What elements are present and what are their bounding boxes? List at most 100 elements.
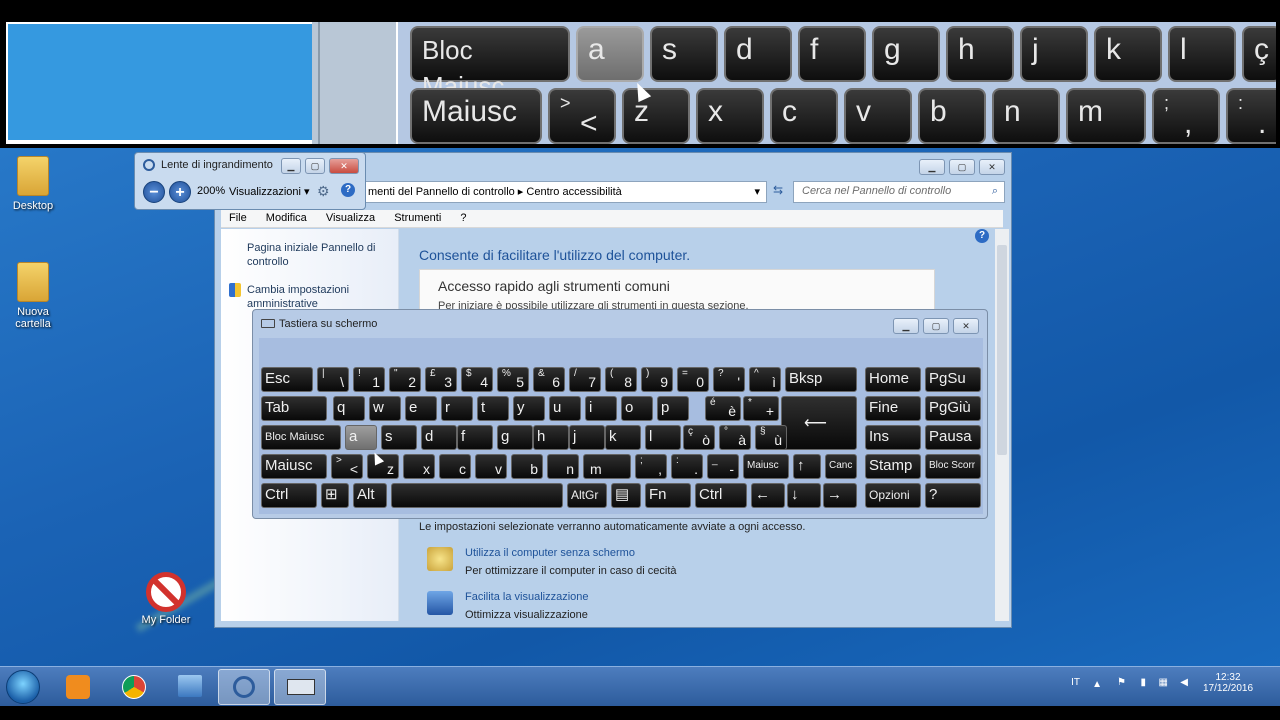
scrollbar-thumb[interactable] bbox=[997, 245, 1007, 455]
key-8[interactable]: (8 bbox=[605, 367, 637, 392]
key-arrow-left[interactable]: ← bbox=[751, 483, 785, 508]
key-m[interactable]: m bbox=[583, 454, 631, 479]
key-maiusc[interactable]: Maiusc bbox=[261, 454, 327, 479]
vertical-scrollbar[interactable] bbox=[995, 229, 1009, 621]
battery-icon[interactable]: ▮ bbox=[1140, 677, 1146, 688]
clock[interactable]: 12:32 17/12/2016 bbox=[1198, 672, 1258, 694]
key-i-grave[interactable]: ^ ì bbox=[749, 367, 781, 392]
key-tab[interactable]: Tab bbox=[261, 396, 327, 421]
menu-strumenti[interactable]: Strumenti bbox=[386, 210, 449, 226]
key-minus[interactable]: _ - bbox=[707, 454, 739, 479]
key-2[interactable]: " 2 bbox=[389, 367, 421, 392]
key-e-grave[interactable]: éè bbox=[705, 396, 741, 421]
maximize-button[interactable]: ▢ bbox=[949, 159, 975, 175]
key-maiusc-right[interactable]: Maiusc bbox=[743, 454, 789, 479]
key-esc[interactable]: Esc bbox=[261, 367, 313, 392]
key-plus[interactable]: * + bbox=[743, 396, 779, 421]
key-alt[interactable]: Alt bbox=[353, 483, 387, 508]
key-arrow-right[interactable]: → bbox=[823, 483, 857, 508]
help-icon[interactable]: ? bbox=[975, 229, 989, 243]
taskbar-chrome[interactable] bbox=[108, 669, 160, 705]
key-backslash[interactable]: | \ bbox=[317, 367, 349, 392]
zoom-in-button[interactable]: + bbox=[169, 181, 191, 203]
key-ins[interactable]: Ins bbox=[865, 425, 921, 450]
refresh-icon[interactable]: ⇆ bbox=[769, 183, 787, 201]
taskbar-media-player[interactable] bbox=[52, 669, 104, 705]
key-3[interactable]: £3 bbox=[425, 367, 457, 392]
key-bloc-scorr[interactable]: Bloc Scorr bbox=[925, 454, 981, 479]
key-r[interactable]: r bbox=[441, 396, 473, 421]
key-pggiu[interactable]: PgGiù bbox=[925, 396, 981, 421]
key-stamp[interactable]: Stamp bbox=[865, 454, 921, 479]
key-home[interactable]: Home bbox=[865, 367, 921, 392]
key-bloc-maiusc[interactable]: Bloc Maiusc bbox=[261, 425, 341, 450]
key-less-than[interactable]: > < bbox=[331, 454, 363, 479]
key-4[interactable]: $4 bbox=[461, 367, 493, 392]
key-t[interactable]: t bbox=[477, 396, 509, 421]
key-x[interactable]: x bbox=[403, 454, 435, 479]
start-button[interactable] bbox=[6, 670, 40, 704]
key-h[interactable]: h bbox=[533, 425, 569, 450]
link-admin-settings[interactable]: Cambia impostazioni amministrative bbox=[247, 283, 387, 311]
key-5[interactable]: % 5 bbox=[497, 367, 529, 392]
key-a[interactable]: a bbox=[345, 425, 377, 450]
osk-maximize-button[interactable]: ▢ bbox=[923, 318, 949, 334]
taskbar-osk[interactable] bbox=[274, 669, 326, 705]
link-no-screen[interactable]: Utilizza il computer senza schermo bbox=[465, 547, 635, 559]
key-arrow-up[interactable]: ↑ bbox=[793, 454, 821, 479]
key-b[interactable]: b bbox=[511, 454, 543, 479]
action-center-icon[interactable]: ⚑ bbox=[1117, 677, 1126, 688]
zoom-out-button[interactable]: − bbox=[143, 181, 165, 203]
search-icon[interactable]: ⌕ bbox=[992, 185, 998, 198]
key-a-grave[interactable]: ° à bbox=[719, 425, 751, 450]
menu-file[interactable]: File bbox=[221, 210, 255, 226]
key-fine[interactable]: Fine bbox=[865, 396, 921, 421]
minimize-button[interactable]: ▁ bbox=[919, 159, 945, 175]
key-help[interactable]: ? bbox=[925, 483, 981, 508]
key-n[interactable]: n bbox=[547, 454, 579, 479]
key-l[interactable]: l bbox=[645, 425, 681, 450]
link-control-panel-home[interactable]: Pagina iniziale Pannello di controllo bbox=[247, 241, 387, 269]
language-indicator[interactable]: IT bbox=[1071, 677, 1080, 688]
key-fn[interactable]: Fn bbox=[645, 483, 691, 508]
key-pgsu[interactable]: PgSu bbox=[925, 367, 981, 392]
link-visual[interactable]: Facilita la visualizzazione bbox=[465, 591, 589, 603]
taskbar-magnifier[interactable] bbox=[218, 669, 270, 705]
key-menu[interactable]: ▤ bbox=[611, 483, 641, 508]
key-ctrl-right[interactable]: Ctrl bbox=[695, 483, 747, 508]
key-9[interactable]: ) 9 bbox=[641, 367, 673, 392]
key-0[interactable]: = 0 bbox=[677, 367, 709, 392]
volume-icon[interactable]: ◀ bbox=[1180, 677, 1188, 688]
magnifier-minimize-button[interactable]: ▁ bbox=[281, 158, 301, 174]
key-o-grave[interactable]: çò bbox=[683, 425, 715, 450]
key-period[interactable]: :. bbox=[671, 454, 703, 479]
network-icon[interactable]: ▦ bbox=[1159, 677, 1168, 688]
key-bksp[interactable]: Bksp bbox=[785, 367, 857, 392]
key-altgr[interactable]: AltGr bbox=[567, 483, 607, 508]
views-dropdown[interactable]: Visualizzazioni ▾ bbox=[229, 185, 310, 198]
key-y[interactable]: y bbox=[513, 396, 545, 421]
key-v[interactable]: v bbox=[475, 454, 507, 479]
key-f[interactable]: f bbox=[457, 425, 493, 450]
key-g[interactable]: g bbox=[497, 425, 533, 450]
key-arrow-down[interactable]: ↓ bbox=[787, 483, 821, 508]
osk-minimize-button[interactable]: ▁ bbox=[893, 318, 919, 334]
key-e[interactable]: e bbox=[405, 396, 437, 421]
key-i[interactable]: i bbox=[585, 396, 617, 421]
key-w[interactable]: w bbox=[369, 396, 401, 421]
key-7[interactable]: /7 bbox=[569, 367, 601, 392]
address-bar[interactable]: menti del Pannello di controllo ▸ Centro… bbox=[361, 181, 767, 203]
key-ctrl[interactable]: Ctrl bbox=[261, 483, 317, 508]
menu-modifica[interactable]: Modifica bbox=[258, 210, 315, 226]
key-d[interactable]: d bbox=[421, 425, 457, 450]
key-opzioni[interactable]: Opzioni bbox=[865, 483, 921, 508]
menu-help[interactable]: ? bbox=[452, 210, 474, 226]
key-pausa[interactable]: Pausa bbox=[925, 425, 981, 450]
help-icon[interactable]: ? bbox=[341, 183, 355, 197]
menu-visualizza[interactable]: Visualizza bbox=[318, 210, 383, 226]
key-c[interactable]: c bbox=[439, 454, 471, 479]
key-comma[interactable]: ;, bbox=[635, 454, 667, 479]
taskbar-control-panel[interactable] bbox=[164, 669, 216, 705]
search-input[interactable]: Cerca nel Pannello di controllo ⌕ bbox=[793, 181, 1005, 203]
gear-icon[interactable]: ⚙ bbox=[317, 183, 330, 200]
